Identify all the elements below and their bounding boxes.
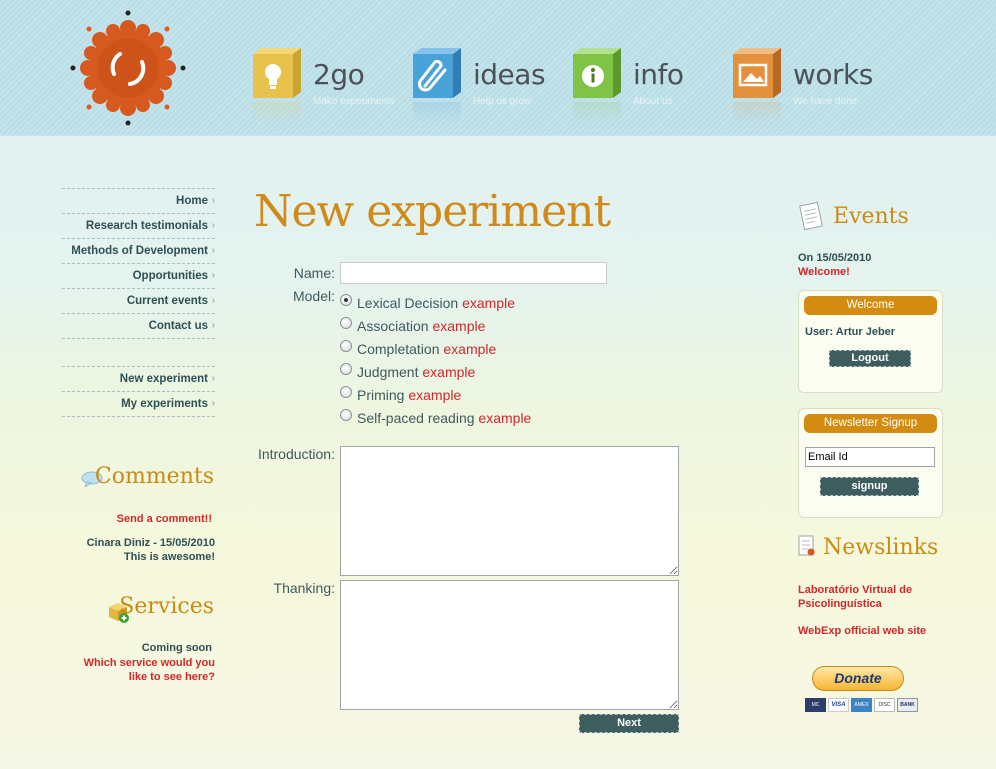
- welcome-box: Welcome User: Artur Jeber Logout: [798, 290, 943, 393]
- event-link[interactable]: Welcome!: [798, 266, 850, 278]
- model-option-label: Completation: [357, 341, 440, 357]
- radio-button[interactable]: [340, 294, 352, 306]
- name-label: Name:: [293, 265, 335, 281]
- mastercard-icon: MC: [805, 698, 826, 712]
- send-comment-link[interactable]: Send a comment!!: [117, 513, 212, 525]
- menu-item-home[interactable]: Home: [62, 188, 215, 213]
- radio-button[interactable]: [340, 363, 352, 375]
- current-user: User: Artur Jeber: [805, 326, 896, 338]
- menu-item-research-testimonials[interactable]: Research testimonials: [62, 213, 215, 238]
- example-link[interactable]: example: [443, 341, 496, 357]
- example-link[interactable]: example: [422, 364, 475, 380]
- logout-button[interactable]: Logout: [829, 350, 911, 367]
- services-question-link[interactable]: Which service would you like to see here…: [70, 656, 215, 684]
- name-input[interactable]: [340, 262, 607, 284]
- page-title: New experiment: [254, 186, 611, 237]
- document-icon: [799, 201, 823, 231]
- introduction-label: Introduction:: [257, 446, 335, 462]
- nav-title: info: [633, 58, 684, 91]
- picture-icon: [733, 48, 781, 98]
- newsletter-box: Newsletter Signup signup: [798, 408, 943, 518]
- newsletter-email-input[interactable]: [805, 447, 935, 467]
- header: 2go Make experiments ideas Help us grow …: [0, 0, 996, 136]
- next-button[interactable]: Next: [579, 714, 679, 733]
- paperclip-icon: [413, 48, 461, 98]
- visa-icon: VISA: [828, 698, 849, 712]
- left-menu: Home Research testimonials Methods of De…: [62, 188, 215, 417]
- radio-button[interactable]: [340, 340, 352, 352]
- services-coming-soon: Coming soon: [141, 642, 212, 654]
- newsletter-heading: Newsletter Signup: [804, 414, 937, 433]
- nav-subtitle: Help us grow: [473, 96, 532, 107]
- radio-button[interactable]: [340, 386, 352, 398]
- nav-title: 2go: [313, 58, 365, 91]
- model-option-label: Self-paced reading: [357, 410, 475, 426]
- example-link[interactable]: example: [432, 318, 485, 334]
- comment-author: Cinara Diniz - 15/05/2010: [86, 537, 215, 549]
- model-label: Model:: [292, 288, 335, 304]
- welcome-box-heading: Welcome: [804, 296, 937, 315]
- model-option-label: Lexical Decision: [357, 295, 459, 311]
- radio-button[interactable]: [340, 409, 352, 421]
- comments-heading: Comments: [94, 464, 214, 489]
- amex-icon: AMEX: [851, 698, 872, 712]
- event-date: On 15/05/2010: [798, 252, 872, 264]
- thanking-label: Thanking:: [273, 580, 335, 596]
- model-option-label: Priming: [357, 387, 405, 403]
- menu-item-opportunities[interactable]: Opportunities: [62, 263, 215, 288]
- example-link[interactable]: example: [462, 295, 515, 311]
- nav-subtitle: About us: [633, 96, 673, 107]
- model-option-label: Judgment: [357, 364, 419, 380]
- nav-subtitle: We have done: [793, 96, 858, 107]
- newslinks-heading: Newslinks: [823, 535, 939, 560]
- info-icon: [573, 48, 621, 98]
- example-link[interactable]: example: [408, 387, 461, 403]
- donate-button[interactable]: Donate: [812, 666, 904, 691]
- menu-item-new-experiment[interactable]: New experiment: [62, 366, 215, 391]
- nav-subtitle: Make experiments: [313, 96, 395, 107]
- card-logos: MC VISA AMEX DISC BANK: [805, 698, 918, 712]
- introduction-textarea[interactable]: [340, 446, 679, 576]
- bulb-icon: [253, 48, 301, 98]
- example-link[interactable]: example: [478, 410, 531, 426]
- bank-icon: BANK: [897, 698, 918, 712]
- nav-title: ideas: [473, 58, 546, 91]
- signup-button[interactable]: signup: [820, 477, 919, 496]
- news-document-icon: [798, 535, 815, 556]
- radio-button[interactable]: [340, 317, 352, 329]
- menu-item-current-events[interactable]: Current events: [62, 288, 215, 313]
- menu-item-methods-of-development[interactable]: Methods of Development: [62, 238, 215, 263]
- model-option-label: Association: [357, 318, 429, 334]
- nav-title: works: [793, 58, 873, 91]
- events-heading: Events: [833, 204, 909, 229]
- comment-text: This is awesome!: [123, 551, 215, 563]
- menu-item-contact-us[interactable]: Contact us: [62, 313, 215, 338]
- thanking-textarea[interactable]: [340, 580, 679, 710]
- sun-logo-icon[interactable]: [66, 6, 190, 130]
- services-heading: Services: [119, 594, 214, 619]
- discover-icon: DISC: [874, 698, 895, 712]
- newslink-webexp[interactable]: WebExp official web site: [798, 625, 926, 637]
- newslink-lvp[interactable]: Laboratório Virtual de Psicolinguística: [798, 583, 943, 611]
- menu-item-my-experiments[interactable]: My experiments: [62, 391, 215, 416]
